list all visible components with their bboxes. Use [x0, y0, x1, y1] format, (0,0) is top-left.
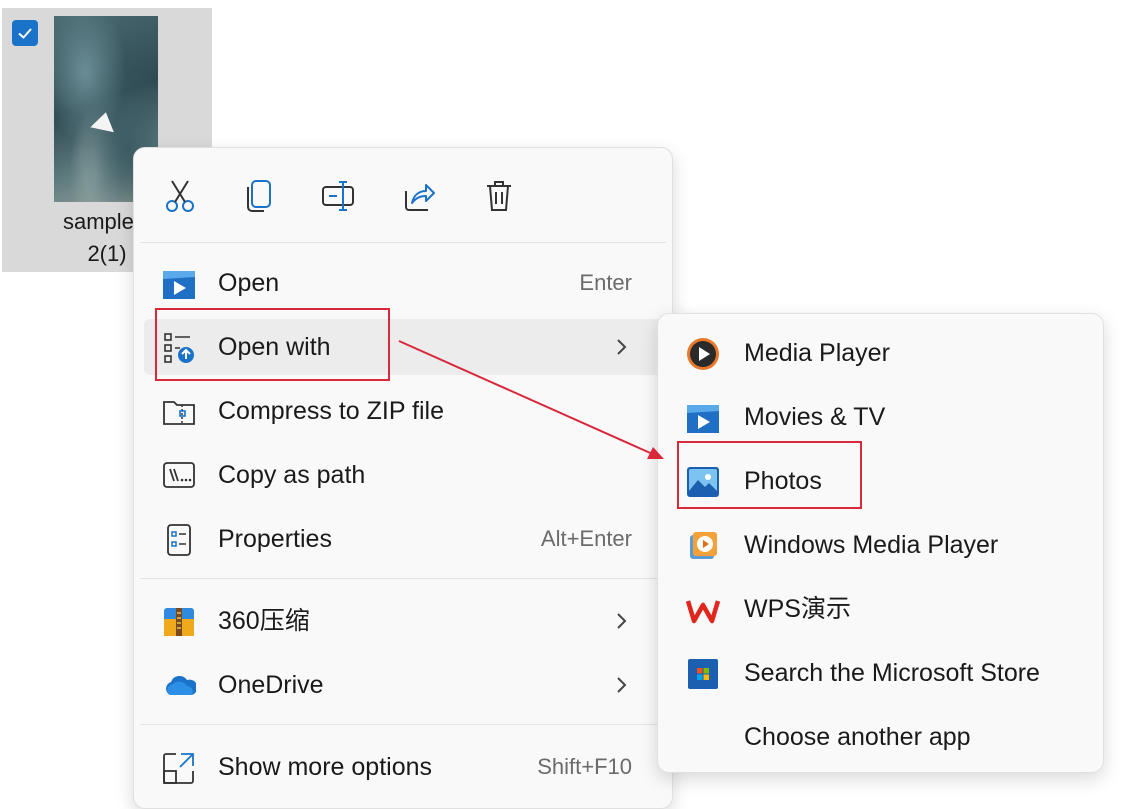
menu-item-shortcut: Enter: [579, 270, 632, 295]
menu-item-copy-as-path[interactable]: Copy as path: [144, 447, 662, 503]
menu-item-label: OneDrive: [218, 671, 324, 699]
show-more-options-icon: [162, 751, 196, 785]
menu-item-label: Open: [218, 269, 280, 297]
menu-item-label: Properties: [218, 525, 332, 553]
copy-icon: [247, 180, 271, 212]
menu-divider: [140, 724, 666, 725]
submenu-item-label: Choose another app: [744, 723, 971, 751]
submenu-item-label: Windows Media Player: [744, 531, 999, 559]
submenu-item-label: Search the Microsoft Store: [744, 659, 1040, 687]
menu-item-label: Show more options: [218, 753, 433, 781]
submenu-item-microsoft-store[interactable]: Search the Microsoft Store: [668, 645, 1093, 701]
submenu-item-label: Media Player: [744, 339, 890, 367]
submenu-item-windows-media-player[interactable]: Windows Media Player: [668, 517, 1093, 573]
delete-button[interactable]: [481, 178, 517, 214]
menu-divider: [140, 242, 666, 243]
photos-highlight-box: [677, 441, 862, 509]
movies-tv-app-icon: [162, 267, 196, 301]
thumbnail-paper-boat: [90, 109, 118, 133]
menu-item-onedrive[interactable]: OneDrive: [144, 657, 662, 713]
onedrive-cloud-icon: [162, 669, 196, 703]
menu-item-shortcut: Alt+Enter: [540, 526, 632, 551]
movies-tv-icon: [686, 401, 720, 435]
windows-media-player-icon: [686, 529, 720, 563]
media-player-icon: [686, 337, 720, 371]
submenu-item-wps[interactable]: WPS演示: [668, 581, 1093, 637]
open-with-highlight-box: [155, 308, 390, 381]
chevron-right-icon: [617, 677, 627, 693]
chevron-right-icon: [617, 339, 627, 355]
trash-icon: [487, 181, 511, 211]
context-menu: Open Enter Open with Compress to ZIP fil…: [133, 147, 673, 809]
submenu-item-label: WPS演示: [744, 595, 851, 623]
menu-item-label: 360压缩: [218, 607, 310, 635]
zip-folder-icon: [162, 395, 196, 429]
menu-item-show-more-options[interactable]: Show more options Shift+F10: [144, 739, 662, 795]
submenu-item-movies-tv[interactable]: Movies & TV: [668, 389, 1093, 445]
submenu-item-media-player[interactable]: Media Player: [668, 325, 1093, 381]
copy-button[interactable]: [241, 178, 277, 214]
rename-icon: [322, 181, 354, 211]
scissors-icon: [166, 180, 194, 212]
360-zip-icon: [162, 605, 196, 639]
rename-button[interactable]: [321, 178, 357, 214]
context-toolbar: [134, 148, 672, 242]
open-with-submenu: Media Player Movies & TV Photos Windows …: [657, 313, 1104, 773]
menu-item-compress-zip[interactable]: Compress to ZIP file: [144, 383, 662, 439]
wps-icon: [686, 593, 720, 627]
submenu-item-choose-another-app[interactable]: Choose another app: [668, 709, 1093, 765]
menu-divider: [140, 578, 666, 579]
menu-item-shortcut: Shift+F10: [537, 754, 632, 779]
menu-item-open[interactable]: Open Enter: [144, 255, 662, 311]
checkbox-checked-icon[interactable]: [12, 20, 38, 46]
cut-button[interactable]: [162, 178, 198, 214]
copy-path-icon: [162, 459, 196, 493]
properties-icon: [162, 523, 196, 557]
microsoft-store-icon: [686, 657, 720, 691]
submenu-item-label: Movies & TV: [744, 403, 886, 431]
menu-item-properties[interactable]: Properties Alt+Enter: [144, 511, 662, 567]
share-button[interactable]: [401, 178, 437, 214]
menu-item-label: Compress to ZIP file: [218, 397, 445, 425]
menu-item-label: Copy as path: [218, 461, 366, 489]
chevron-right-icon: [617, 613, 627, 629]
share-icon: [405, 184, 435, 211]
menu-item-360-zip[interactable]: 360压缩: [144, 593, 662, 649]
